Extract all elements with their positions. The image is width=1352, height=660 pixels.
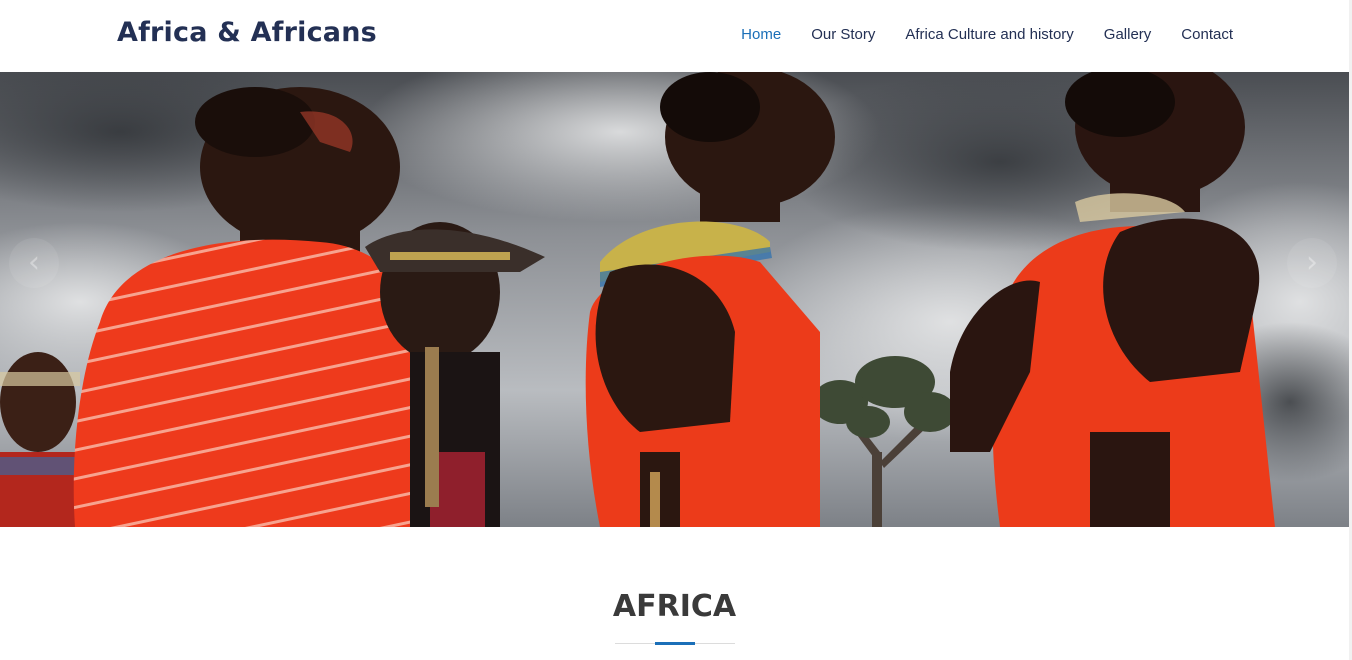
- brand-logo[interactable]: Africa & Africans: [117, 17, 377, 48]
- hero-slide-image: [0, 72, 1349, 527]
- navbar: Africa & Africans Home Our Story Africa …: [0, 0, 1352, 72]
- chevron-right-icon: ›: [1306, 245, 1318, 280]
- nav-link-contact[interactable]: Contact: [1181, 26, 1233, 43]
- nav-item-gallery: Gallery: [1104, 26, 1152, 44]
- nav-link-culture-history[interactable]: Africa Culture and history: [905, 26, 1073, 43]
- section-title: AFRICA: [612, 589, 737, 624]
- carousel-prev-button[interactable]: ‹: [9, 238, 59, 288]
- hero-carousel: ‹ ›: [0, 72, 1349, 527]
- nav-item-our-story: Our Story: [811, 26, 875, 44]
- title-accent-bar: [655, 642, 695, 645]
- nav-menu: Home Our Story Africa Culture and histor…: [711, 26, 1233, 44]
- nav-item-home: Home: [741, 26, 781, 44]
- nav-link-home[interactable]: Home: [741, 26, 781, 43]
- nav-item-contact: Contact: [1181, 26, 1233, 44]
- nav-link-our-story[interactable]: Our Story: [811, 26, 875, 43]
- nav-link-gallery[interactable]: Gallery: [1104, 26, 1152, 43]
- chevron-left-icon: ‹: [28, 245, 40, 280]
- nav-item-culture-history: Africa Culture and history: [905, 26, 1073, 44]
- about-section: AFRICA: [0, 527, 1349, 660]
- carousel-next-button[interactable]: ›: [1287, 238, 1337, 288]
